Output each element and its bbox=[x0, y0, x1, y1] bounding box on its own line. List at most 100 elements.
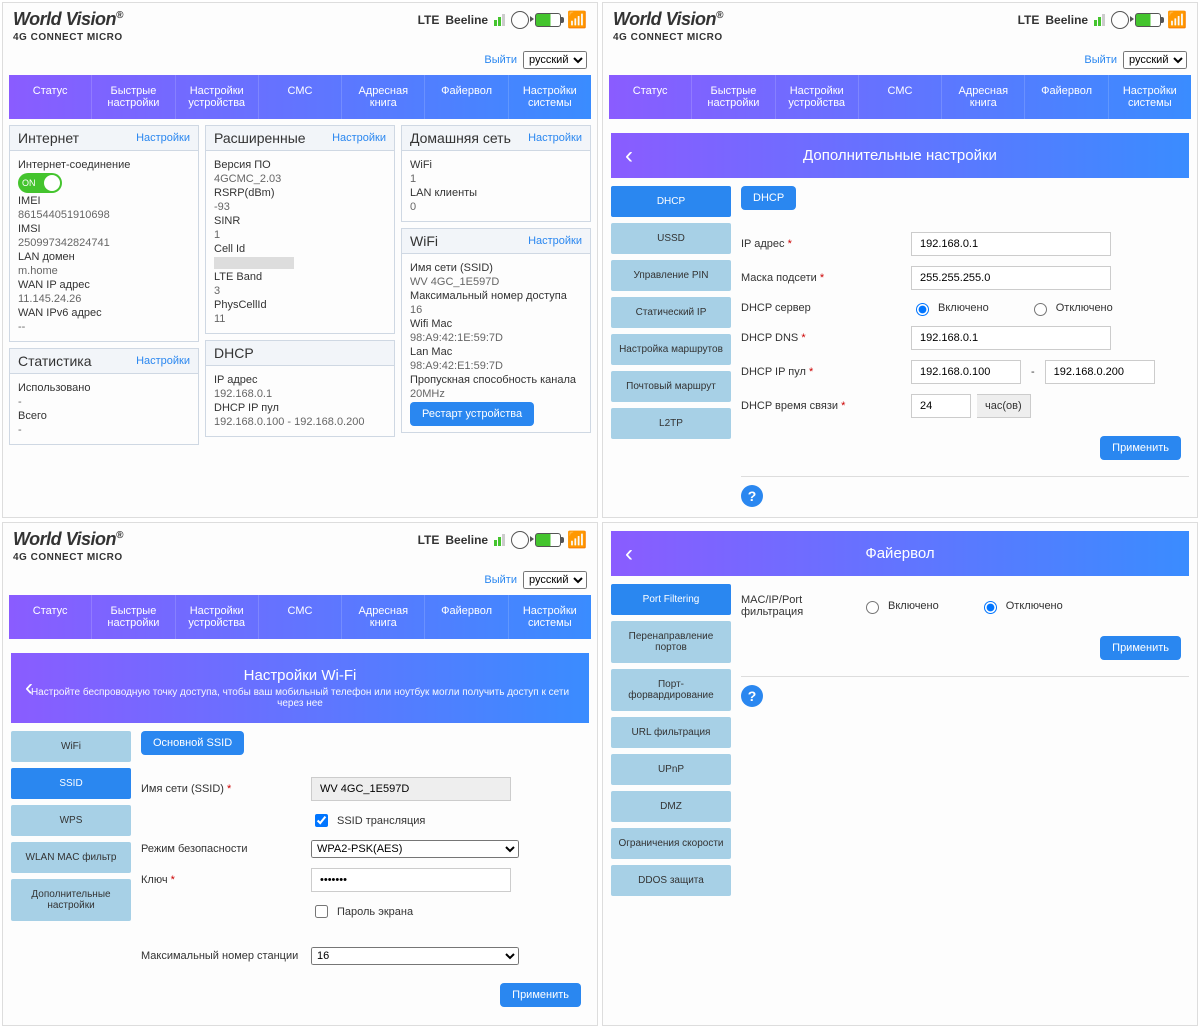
advanced-settings-link[interactable]: Настройки bbox=[332, 132, 386, 144]
sidebar-item-routes[interactable]: Настройка маршрутов bbox=[611, 334, 731, 365]
card-wifi: WiFiНастройки Имя сети (SSID)WV 4GC_1E59… bbox=[401, 228, 591, 433]
sidebar-item-upnp[interactable]: UPnP bbox=[611, 754, 731, 785]
security-mode-select[interactable]: WPA2-PSK(AES) bbox=[311, 840, 519, 858]
logout-link[interactable]: Выйти bbox=[1084, 54, 1117, 66]
help-icon[interactable]: ? bbox=[741, 685, 763, 707]
tab-firewall[interactable]: Файервол bbox=[1025, 75, 1108, 119]
sidebar-item-static-ip[interactable]: Статический IP bbox=[611, 297, 731, 328]
sidebar-item-advanced[interactable]: Дополнительные настройки bbox=[11, 879, 131, 921]
tab-sms[interactable]: СМС bbox=[259, 595, 342, 639]
logout-link[interactable]: Выйти bbox=[484, 54, 517, 66]
card-advanced: РасширенныеНастройки Версия ПО4GCMC_2.03… bbox=[205, 125, 395, 334]
filter-on[interactable] bbox=[866, 601, 879, 614]
ip-address-input[interactable] bbox=[911, 232, 1111, 256]
help-icon[interactable]: ? bbox=[741, 485, 763, 507]
sidebar-item-ussd[interactable]: USSD bbox=[611, 223, 731, 254]
tab-status[interactable]: Статус bbox=[609, 75, 692, 119]
subnet-mask-input[interactable] bbox=[911, 266, 1111, 290]
sidebar-item-dhcp[interactable]: DHCP bbox=[611, 186, 731, 217]
section-pill: DHCP bbox=[741, 186, 796, 210]
page-title-bar: ‹ Дополнительные настройки bbox=[611, 133, 1189, 178]
tab-device[interactable]: Настройки устройства bbox=[176, 595, 259, 639]
sidebar-item-speed-limits[interactable]: Ограничения скорости bbox=[611, 828, 731, 859]
dhcp-server-on[interactable] bbox=[916, 303, 929, 316]
wifi-settings-link[interactable]: Настройки bbox=[528, 235, 582, 247]
model: 4G CONNECT MICRO bbox=[3, 32, 597, 49]
sidebar-item-mac-filter[interactable]: WLAN MAC фильтр bbox=[11, 842, 131, 873]
signal-icon bbox=[494, 534, 505, 546]
tab-system[interactable]: Настройки системы bbox=[509, 75, 591, 119]
internet-settings-link[interactable]: Настройки bbox=[136, 132, 190, 144]
logout-link[interactable]: Выйти bbox=[484, 574, 517, 586]
sidebar-item-ddos[interactable]: DDOS защита bbox=[611, 865, 731, 896]
sidebar-item-ssid[interactable]: SSID bbox=[11, 768, 131, 799]
sidebar-item-wps[interactable]: WPS bbox=[11, 805, 131, 836]
sidebar-item-dmz[interactable]: DMZ bbox=[611, 791, 731, 822]
screen-wifi-settings: World Vision® LTEBeeline 📶 4G CONNECT MI… bbox=[2, 522, 598, 1026]
battery-icon bbox=[1135, 13, 1161, 27]
sidebar-item-port-filtering[interactable]: Port Filtering bbox=[611, 584, 731, 615]
language-select[interactable]: русский bbox=[1123, 51, 1187, 69]
back-icon[interactable]: ‹ bbox=[625, 142, 633, 170]
apply-button[interactable]: Применить bbox=[500, 983, 581, 1007]
tab-device[interactable]: Настройки устройства bbox=[176, 75, 259, 119]
tab-quick[interactable]: Быстрые настройки bbox=[92, 595, 175, 639]
tab-system[interactable]: Настройки системы bbox=[1109, 75, 1191, 119]
dhcp-server-off[interactable] bbox=[1034, 303, 1047, 316]
language-select[interactable]: русский bbox=[523, 571, 587, 589]
sidebar-item-port-forwarding[interactable]: Порт-форвардирование bbox=[611, 669, 731, 711]
tab-sms[interactable]: СМС bbox=[859, 75, 942, 119]
status-indicators: LTEBeeline 📶 bbox=[418, 10, 587, 30]
tab-system[interactable]: Настройки системы bbox=[509, 595, 591, 639]
tab-contacts[interactable]: Адресная книга bbox=[942, 75, 1025, 119]
apply-button[interactable]: Применить bbox=[1100, 636, 1181, 660]
internet-toggle[interactable]: ON bbox=[18, 173, 62, 193]
sidebar-item-mail-route[interactable]: Почтовый маршрут bbox=[611, 371, 731, 402]
globe-icon bbox=[511, 11, 529, 29]
header: World Vision® LTEBeeline 📶 bbox=[3, 3, 597, 32]
screen-status: World Vision® LTEBeeline 📶 4G CONNECT MI… bbox=[2, 2, 598, 518]
wifi-icon: 📶 bbox=[567, 10, 587, 30]
sidebar-item-pin[interactable]: Управление PIN bbox=[611, 260, 731, 291]
ssid-input[interactable] bbox=[311, 777, 511, 801]
section-pill: Основной SSID bbox=[141, 731, 244, 755]
sidebar: DHCP USSD Управление PIN Статический IP … bbox=[611, 186, 731, 507]
key-input[interactable] bbox=[311, 868, 511, 892]
main-tabs: Статус Быстрые настройки Настройки устро… bbox=[9, 75, 591, 119]
dhcp-dns-input[interactable] bbox=[911, 326, 1111, 350]
apply-button[interactable]: Применить bbox=[1100, 436, 1181, 460]
sidebar-item-wifi[interactable]: WiFi bbox=[11, 731, 131, 762]
tab-status[interactable]: Статус bbox=[9, 75, 92, 119]
back-icon[interactable]: ‹ bbox=[625, 540, 633, 568]
tab-contacts[interactable]: Адресная книга bbox=[342, 75, 425, 119]
sidebar-item-l2tp[interactable]: L2TP bbox=[611, 408, 731, 439]
sidebar-item-port-redirect[interactable]: Перенаправление портов bbox=[611, 621, 731, 663]
language-select[interactable]: русский bbox=[523, 51, 587, 69]
tab-firewall[interactable]: Файервол bbox=[425, 595, 508, 639]
restart-device-button[interactable]: Рестарт устройства bbox=[410, 402, 534, 426]
tab-status[interactable]: Статус bbox=[9, 595, 92, 639]
max-station-select[interactable]: 16 bbox=[311, 947, 519, 965]
tab-contacts[interactable]: Адресная книга bbox=[342, 595, 425, 639]
tab-quick[interactable]: Быстрые настройки bbox=[92, 75, 175, 119]
card-internet: ИнтернетНастройки Интернет-соединение ON… bbox=[9, 125, 199, 342]
ssid-broadcast-checkbox[interactable] bbox=[315, 814, 328, 827]
pool-dash: - bbox=[1031, 366, 1035, 378]
tab-sms[interactable]: СМС bbox=[259, 75, 342, 119]
battery-icon bbox=[535, 533, 561, 547]
home-settings-link[interactable]: Настройки bbox=[528, 132, 582, 144]
stats-settings-link[interactable]: Настройки bbox=[136, 355, 190, 367]
card-dhcp: DHCP IP адрес192.168.0.1 DHCP IP пул192.… bbox=[205, 340, 395, 437]
battery-icon bbox=[535, 13, 561, 27]
filter-off[interactable] bbox=[984, 601, 997, 614]
wifi-icon: 📶 bbox=[567, 530, 587, 550]
tab-device[interactable]: Настройки устройства bbox=[776, 75, 859, 119]
card-home: Домашняя сетьНастройки WiFi1 LAN клиенты… bbox=[401, 125, 591, 222]
sidebar-item-url-filter[interactable]: URL фильтрация bbox=[611, 717, 731, 748]
tab-quick[interactable]: Быстрые настройки bbox=[692, 75, 775, 119]
dhcp-pool-start[interactable] bbox=[911, 360, 1021, 384]
show-password-checkbox[interactable] bbox=[315, 905, 328, 918]
dhcp-pool-end[interactable] bbox=[1045, 360, 1155, 384]
tab-firewall[interactable]: Файервол bbox=[425, 75, 508, 119]
dhcp-lease-input[interactable] bbox=[911, 394, 971, 418]
